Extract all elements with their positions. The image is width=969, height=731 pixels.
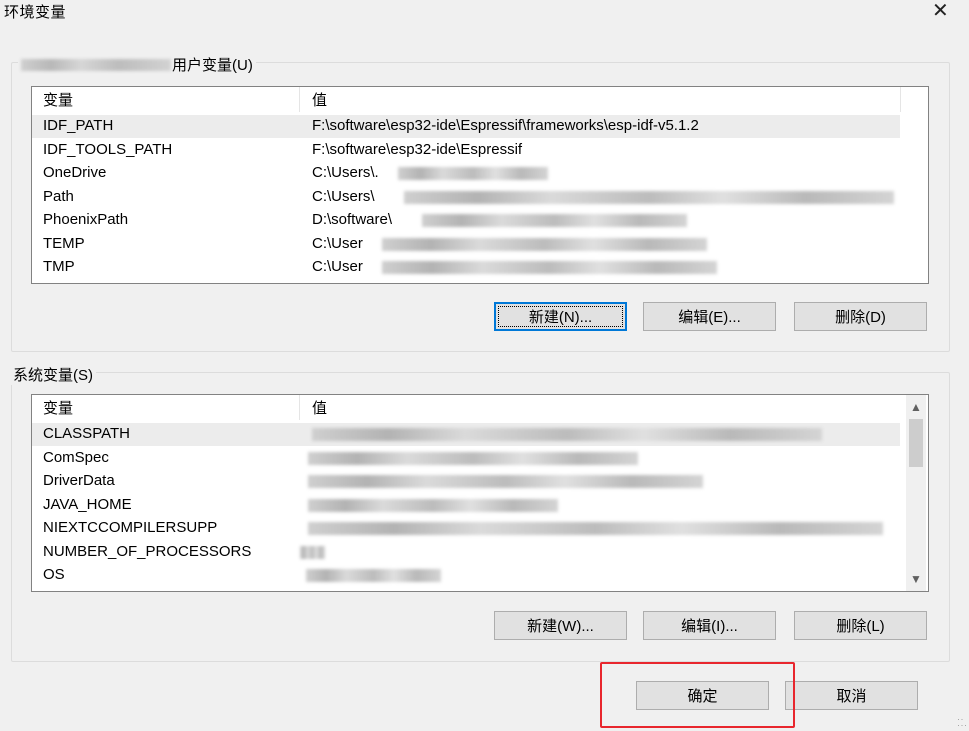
- user-new-button[interactable]: 新建(N)...: [494, 302, 627, 331]
- variable-name: Path: [43, 188, 74, 205]
- redacted-value: [308, 452, 638, 465]
- list-header: 变量 值: [32, 87, 928, 112]
- column-separator: [299, 395, 300, 420]
- variable-name: NIEXTCCOMPILERSUPP: [43, 519, 218, 536]
- system-delete-button[interactable]: 删除(L): [794, 611, 927, 640]
- user-edit-button[interactable]: 编辑(E)...: [643, 302, 776, 331]
- user-delete-button[interactable]: 删除(D): [794, 302, 927, 331]
- table-row[interactable]: PhoenixPath D:\software\: [32, 209, 900, 232]
- table-row[interactable]: CLASSPATH: [32, 423, 900, 446]
- redacted-value: [308, 475, 703, 488]
- table-row[interactable]: IDF_PATH F:\software\esp32-ide\Espressif…: [32, 115, 900, 138]
- column-header-value[interactable]: 值: [312, 89, 327, 110]
- redacted-value: [312, 428, 822, 441]
- variable-value: F:\software\esp32-ide\Espressif\framewor…: [312, 117, 699, 134]
- redacted-value: [382, 261, 717, 274]
- redacted-value: [422, 214, 687, 227]
- chevron-up-icon[interactable]: ▲: [906, 397, 926, 417]
- table-row[interactable]: JAVA_HOME: [32, 494, 900, 517]
- variable-value: F:\software\esp32-ide\Espressif: [312, 141, 523, 158]
- variable-value: C:\User: [312, 258, 363, 275]
- variable-name: JAVA_HOME: [43, 496, 132, 513]
- list-header: 变量 值: [32, 395, 928, 420]
- table-row[interactable]: OneDrive C:\Users\.: [32, 162, 900, 185]
- chevron-down-icon[interactable]: ▼: [906, 569, 926, 589]
- resize-grip-icon[interactable]: · · · · ·: [957, 715, 967, 730]
- variable-name: OneDrive: [43, 164, 107, 181]
- user-variables-label: 用户变量(U): [18, 54, 256, 75]
- system-variables-list[interactable]: 变量 值 CLASSPATH ComSpec DriverData JAVA_H…: [31, 394, 929, 592]
- redacted-value: [404, 191, 894, 204]
- scrollbar-thumb[interactable]: [909, 419, 923, 467]
- table-row[interactable]: TMP C:\User: [32, 256, 900, 279]
- redacted-value: [306, 569, 441, 582]
- variable-value: C:\User: [312, 235, 363, 252]
- column-separator: [299, 87, 300, 112]
- redacted-value: [308, 522, 883, 535]
- column-header-variable[interactable]: 变量: [43, 397, 73, 418]
- variable-name: TEMP: [43, 235, 85, 252]
- variable-name: IDF_TOOLS_PATH: [43, 141, 173, 158]
- variable-value: D:\software\: [312, 211, 393, 228]
- system-variables-label: 系统变量(S): [10, 364, 96, 385]
- user-variables-list[interactable]: 变量 值 IDF_PATH F:\software\esp32-ide\Espr…: [31, 86, 929, 284]
- variable-name: IDF_PATH: [43, 117, 114, 134]
- column-header-variable[interactable]: 变量: [43, 89, 73, 110]
- table-row[interactable]: DriverData: [32, 470, 900, 493]
- table-row[interactable]: IDF_TOOLS_PATH F:\software\esp32-ide\Esp…: [32, 139, 900, 162]
- variable-value: C:\Users\: [312, 188, 375, 205]
- variable-name: TMP: [43, 258, 75, 275]
- variable-name: CLASSPATH: [43, 425, 130, 442]
- table-row[interactable]: NIEXTCCOMPILERSUPP: [32, 517, 900, 540]
- window-title: 环境变量: [4, 4, 67, 21]
- redacted-username: [21, 59, 171, 71]
- system-new-button[interactable]: 新建(W)...: [494, 611, 627, 640]
- vertical-scrollbar[interactable]: ▲ ▼: [906, 395, 926, 591]
- redacted-value: [398, 167, 548, 180]
- column-separator: [900, 87, 901, 112]
- variable-name: PhoenixPath: [43, 211, 129, 228]
- variable-name: NUMBER_OF_PROCESSORS: [43, 543, 252, 560]
- focus-ring: [498, 306, 623, 327]
- table-row[interactable]: ComSpec: [32, 447, 900, 470]
- system-edit-button[interactable]: 编辑(I)...: [643, 611, 776, 640]
- variable-name: DriverData: [43, 472, 115, 489]
- column-header-value[interactable]: 值: [312, 397, 327, 418]
- redacted-value: [308, 499, 558, 512]
- cancel-button[interactable]: 取消: [785, 681, 918, 710]
- table-row[interactable]: Path C:\Users\: [32, 186, 900, 209]
- variable-name: ComSpec: [43, 449, 109, 466]
- table-row[interactable]: OS: [32, 564, 900, 587]
- table-row[interactable]: NUMBER_OF_PROCESSORS: [32, 541, 900, 564]
- redacted-value: [300, 546, 325, 559]
- redacted-value: [382, 238, 707, 251]
- annotation-highlight-box: [600, 662, 795, 728]
- close-icon[interactable]: ✕: [932, 0, 949, 23]
- variable-value: C:\Users\.: [312, 164, 379, 181]
- variable-name: OS: [43, 566, 65, 583]
- table-row[interactable]: TEMP C:\User: [32, 233, 900, 256]
